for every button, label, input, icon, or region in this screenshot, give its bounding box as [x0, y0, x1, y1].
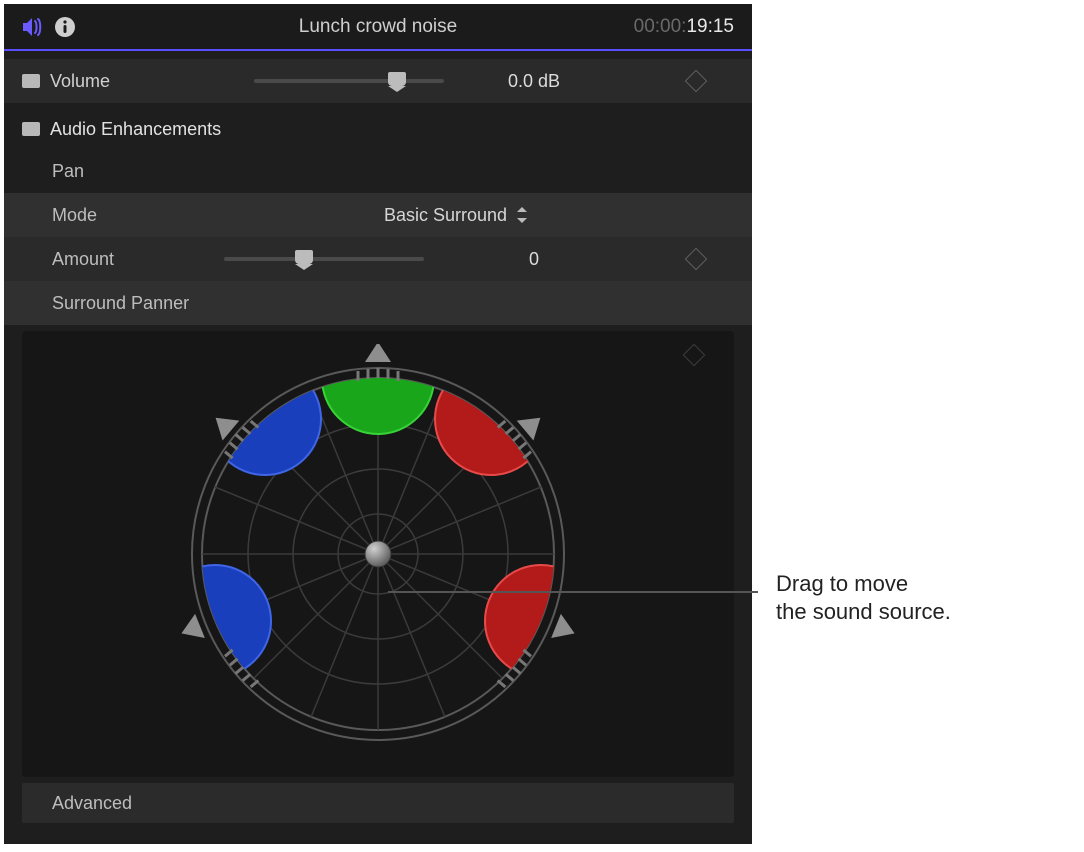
- timecode-bright: 19:15: [686, 16, 734, 37]
- audio-enhancements-section[interactable]: Audio Enhancements: [4, 109, 752, 149]
- advanced-row[interactable]: Advanced: [22, 783, 734, 823]
- callout-text: Drag to move the sound source.: [776, 570, 1066, 626]
- pan-puck[interactable]: [365, 541, 391, 567]
- disclosure-icon[interactable]: [22, 122, 40, 136]
- volume-row: Volume 0.0 dB: [4, 59, 752, 103]
- surround-panner-label: Surround Panner: [22, 293, 262, 314]
- amount-row: Amount 0: [4, 237, 752, 281]
- timecode-dim: 00:00:: [634, 16, 687, 37]
- mode-value: Basic Surround: [384, 205, 507, 226]
- surround-panner-wheel[interactable]: [168, 344, 588, 764]
- amount-slider[interactable]: [224, 249, 424, 269]
- info-icon[interactable]: [54, 16, 76, 38]
- surround-panner-area: [22, 331, 734, 777]
- keyframe-button[interactable]: [683, 344, 706, 367]
- volume-label: Volume: [50, 71, 260, 92]
- surround-panner-row: Surround Panner: [4, 281, 752, 325]
- inspector-header: Lunch crowd noise 00:00:19:15: [4, 4, 752, 51]
- speaker-center-icon: [365, 344, 391, 362]
- channel-rear-left: [168, 565, 271, 677]
- callout-leader-line: [388, 591, 758, 593]
- mode-select[interactable]: Basic Surround: [384, 205, 527, 226]
- callout-line1: Drag to move: [776, 570, 1066, 598]
- speaker-icon[interactable]: [22, 17, 44, 37]
- disclosure-icon[interactable]: [22, 74, 40, 88]
- pan-label: Pan: [22, 161, 262, 182]
- audio-inspector-panel: Lunch crowd noise 00:00:19:15 Volume 0.0…: [4, 4, 752, 844]
- advanced-label: Advanced: [52, 793, 132, 814]
- callout-line2: the sound source.: [776, 598, 1066, 626]
- keyframe-button[interactable]: [685, 70, 708, 93]
- keyframe-button[interactable]: [685, 248, 708, 271]
- volume-slider[interactable]: [254, 71, 444, 91]
- mode-label: Mode: [22, 205, 262, 226]
- updown-arrows-icon: [517, 207, 527, 223]
- timecode: 00:00:19:15: [634, 16, 734, 38]
- channel-rear-right: [485, 565, 588, 677]
- volume-slider-thumb[interactable]: [388, 72, 406, 86]
- volume-value[interactable]: 0.0 dB: [474, 71, 594, 92]
- amount-slider-thumb[interactable]: [295, 250, 313, 264]
- audio-enhancements-label: Audio Enhancements: [50, 119, 221, 140]
- speaker-rear-right-icon: [551, 614, 579, 646]
- pan-row: Pan: [4, 149, 752, 193]
- mode-row: Mode Basic Surround: [4, 193, 752, 237]
- speaker-rear-left-icon: [177, 614, 205, 646]
- amount-value[interactable]: 0: [474, 249, 594, 270]
